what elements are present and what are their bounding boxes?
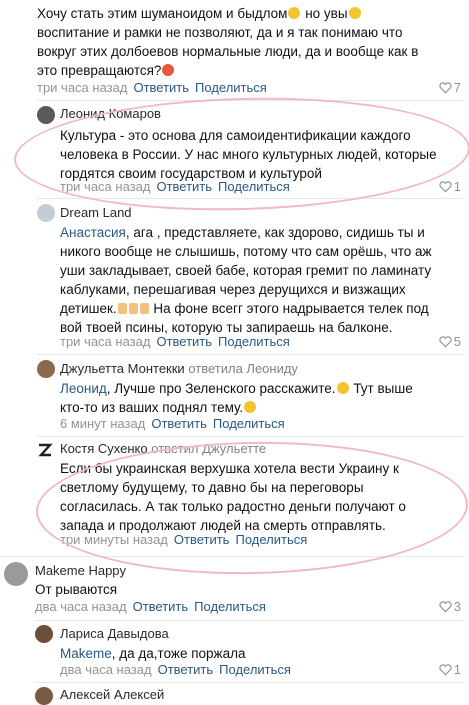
comment-text: Makeme, да да,тоже поржала: [60, 646, 246, 661]
heart-icon: [439, 664, 452, 676]
heart-icon: [439, 82, 452, 94]
like-button[interactable]: 7: [439, 80, 461, 95]
like-count: 1: [453, 662, 461, 677]
heart-icon: [439, 181, 452, 193]
like-button[interactable]: 1: [439, 662, 461, 677]
mention-link[interactable]: Анастасия: [60, 225, 126, 240]
laughing-emoji-icon: [244, 401, 257, 413]
laughing-emoji-icon: [288, 7, 301, 19]
like-count: 3: [453, 599, 461, 614]
comment-7: Алексей Алексей: [0, 682, 469, 705]
share-button[interactable]: Поделиться: [218, 179, 290, 194]
avatar[interactable]: [37, 106, 55, 124]
comment-meta: два часа назад Ответить Поделиться: [35, 599, 266, 614]
angry-emoji-icon: [162, 64, 175, 76]
comment-5: Makeme Happy От рываются два часа назад О…: [0, 556, 469, 620]
author-name[interactable]: Леонид Комаров: [60, 106, 161, 121]
reply-button[interactable]: Ответить: [151, 416, 207, 431]
timestamp[interactable]: 6 минут назад: [60, 416, 145, 431]
comment-text: Хочу стать этим шуманоидом и быдлом но у…: [37, 6, 419, 78]
like-button[interactable]: 1: [439, 179, 461, 194]
share-button[interactable]: Поделиться: [195, 80, 267, 95]
comment-0: Хочу стать этим шуманоидом и быдлом но у…: [0, 0, 469, 100]
timestamp[interactable]: два часа назад: [60, 662, 152, 677]
mention-link[interactable]: Makeme: [60, 646, 112, 661]
timestamp[interactable]: два часа назад: [35, 599, 127, 614]
author-name[interactable]: Makeme Happy: [35, 563, 126, 578]
author-name[interactable]: Dream Land: [60, 205, 132, 220]
replied-to[interactable]: ответил Джульетте: [151, 441, 266, 456]
share-button[interactable]: Поделиться: [213, 416, 285, 431]
comment-text: Культура - это основа для самоидентифика…: [60, 128, 437, 181]
share-button[interactable]: Поделиться: [194, 599, 266, 614]
comment-meta: два часа назад Ответить Поделиться: [60, 662, 291, 677]
share-button[interactable]: Поделиться: [218, 334, 290, 349]
like-count: 5: [453, 334, 461, 349]
author-name: Джульетта Монтекки ответила Леониду: [60, 361, 298, 376]
thumbs-up-emoji-icon: [128, 303, 138, 314]
z-logo-icon: [38, 443, 53, 457]
comment-meta: три часа назад Ответить Поделиться: [60, 179, 290, 194]
avatar[interactable]: [35, 687, 53, 705]
timestamp[interactable]: три часа назад: [60, 334, 150, 349]
reply-button[interactable]: Ответить: [174, 532, 230, 547]
heart-icon: [439, 336, 452, 348]
grinning-emoji-icon: [348, 7, 361, 19]
like-count: 7: [453, 80, 461, 95]
reply-button[interactable]: Ответить: [133, 599, 189, 614]
avatar[interactable]: [4, 562, 28, 586]
comment-meta: три часа назад Ответить Поделиться: [60, 334, 290, 349]
comment-6: Лариса Давыдова Makeme, да да,тоже поржа…: [0, 620, 469, 682]
timestamp[interactable]: три часа назад: [37, 80, 127, 95]
timestamp[interactable]: три часа назад: [60, 179, 150, 194]
comment-meta: три часа назад Ответить Поделиться: [37, 80, 267, 95]
replied-to[interactable]: ответила Леониду: [188, 361, 298, 376]
avatar[interactable]: [35, 625, 53, 643]
comment-meta: 6 минут назад Ответить Поделиться: [60, 416, 285, 431]
heart-icon: [439, 601, 452, 613]
author-name: Костя Сухенко ответил Джульетте: [60, 441, 267, 456]
comment-4: Костя Сухенко ответил Джульетте Если бы …: [0, 436, 469, 554]
reply-button[interactable]: Ответить: [156, 179, 212, 194]
share-button[interactable]: Поделиться: [235, 532, 307, 547]
comment-meta: три минуты назад Ответить Поделиться: [60, 532, 307, 547]
author-name[interactable]: Алексей Алексей: [60, 687, 164, 702]
comment-text: Анастасия, ага , представляете, как здор…: [60, 225, 432, 335]
comment-2: Dream Land Анастасия, ага , представляет…: [0, 198, 469, 354]
reply-button[interactable]: Ответить: [133, 80, 189, 95]
thumbs-up-emoji-icon: [139, 303, 149, 314]
like-button[interactable]: 5: [439, 334, 461, 349]
comment-text: Если бы украинская верхушка хотела вести…: [60, 461, 406, 533]
timestamp[interactable]: три минуты назад: [60, 532, 168, 547]
avatar[interactable]: [37, 442, 53, 458]
reply-button[interactable]: Ответить: [156, 334, 212, 349]
comment-3: Джульетта Монтекки ответила Леониду Леон…: [0, 354, 469, 436]
author-name[interactable]: Лариса Давыдова: [60, 626, 169, 641]
thumbs-up-emoji-icon: [117, 303, 127, 314]
comment-text: Леонид, Лучше про Зеленского расскажите.…: [60, 381, 413, 415]
share-button[interactable]: Поделиться: [219, 662, 291, 677]
reply-button[interactable]: Ответить: [158, 662, 214, 677]
mention-link[interactable]: Леонид: [60, 381, 107, 396]
smile-emoji-icon: [336, 382, 349, 394]
like-button[interactable]: 3: [439, 599, 461, 614]
like-count: 1: [453, 179, 461, 194]
avatar[interactable]: [37, 360, 55, 378]
comment-text: От рываются: [35, 582, 118, 597]
avatar[interactable]: [37, 204, 55, 222]
comment-1: Леонид Комаров Культура - это основа для…: [0, 100, 469, 198]
